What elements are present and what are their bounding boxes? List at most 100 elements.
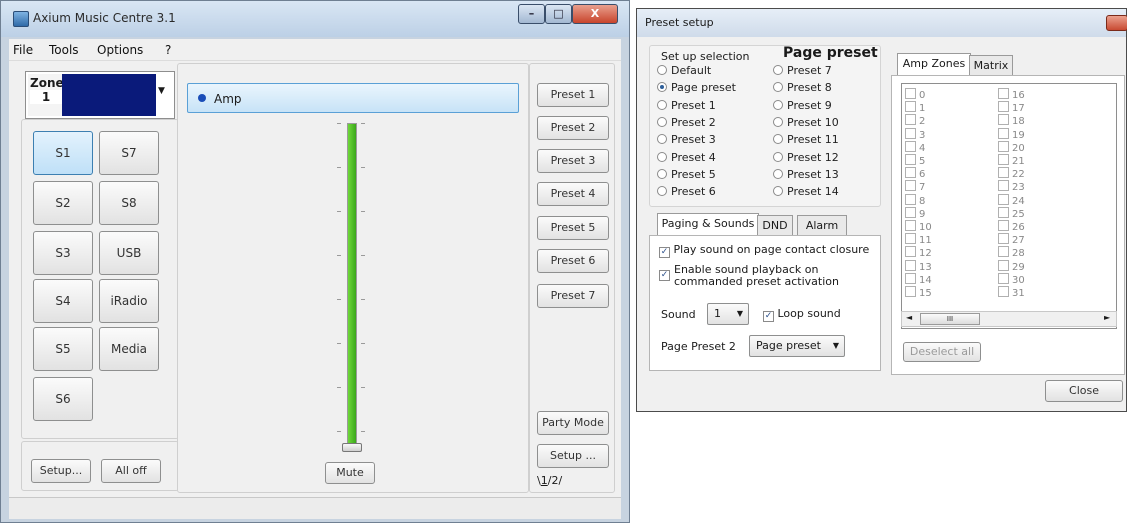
preset-3-button[interactable]: Preset 3: [537, 149, 609, 173]
zone-checkbox-item[interactable]: 15: [905, 286, 932, 299]
minimize-button[interactable]: –: [518, 4, 545, 24]
setup-button-left[interactable]: Setup...: [31, 459, 91, 483]
zone-checkbox-item[interactable]: 30: [998, 272, 1025, 286]
radio-option[interactable]: Preset 14: [773, 185, 839, 198]
zone-checkbox[interactable]: [905, 246, 916, 258]
zone-checkbox[interactable]: [998, 193, 1009, 205]
chevron-down-icon[interactable]: ▼: [158, 86, 165, 96]
zone-checkbox[interactable]: [905, 180, 916, 192]
menu-file[interactable]: File: [13, 43, 33, 57]
radio-button[interactable]: [773, 65, 783, 75]
zone-checkbox-item[interactable]: 7: [905, 180, 925, 193]
zone-checkbox[interactable]: [998, 154, 1009, 165]
radio-button[interactable]: [773, 186, 783, 197]
zone-checkbox-item[interactable]: 24: [998, 193, 1025, 207]
radio-button[interactable]: [773, 99, 783, 110]
zone-checkbox-item[interactable]: 31: [998, 286, 1025, 299]
zone-checkbox-item[interactable]: 18: [998, 114, 1025, 127]
zone-checkbox[interactable]: [905, 127, 916, 139]
dialog-title-bar[interactable]: Preset setup: [637, 9, 1127, 37]
maximize-button[interactable]: □: [545, 4, 572, 24]
menu-tools[interactable]: Tools: [49, 43, 79, 57]
zone-checkbox[interactable]: [905, 220, 916, 231]
page-tab-1[interactable]: 1: [541, 474, 548, 487]
radio-button[interactable]: [773, 151, 783, 162]
zone-checkbox-item[interactable]: 2: [905, 114, 925, 127]
preset-4-button[interactable]: Preset 4: [537, 182, 609, 206]
tab-amp-zones[interactable]: Amp Zones: [897, 53, 971, 76]
zone-checkbox-item[interactable]: 29: [998, 259, 1025, 273]
zone-checkbox[interactable]: [905, 233, 916, 245]
zone-checkbox-item[interactable]: 22: [998, 167, 1025, 180]
radio-button[interactable]: [657, 82, 667, 93]
mute-button[interactable]: Mute: [325, 462, 375, 484]
radio-button[interactable]: [657, 99, 667, 110]
radio-button[interactable]: [657, 134, 667, 145]
radio-option[interactable]: Preset 8: [773, 81, 832, 94]
radio-button[interactable]: [657, 186, 667, 197]
zone-checkbox-item[interactable]: 1: [905, 101, 925, 114]
source-button-s6[interactable]: S6: [33, 377, 93, 421]
radio-button[interactable]: [657, 168, 667, 179]
zone-checkbox[interactable]: [905, 286, 916, 297]
radio-button[interactable]: [773, 134, 783, 145]
volume-slider[interactable]: [337, 123, 365, 455]
zone-selector[interactable]: Zone 1 ▼: [25, 71, 175, 119]
dialog-close-button[interactable]: Close: [1045, 380, 1123, 402]
scroll-right-icon[interactable]: ►: [1104, 313, 1110, 322]
enable-playback-option[interactable]: ✓ Enable sound playback on commanded pre…: [659, 264, 871, 288]
zone-checkbox-item[interactable]: 5: [905, 154, 925, 167]
zone-checkbox[interactable]: [998, 101, 1009, 113]
zone-checkbox[interactable]: [905, 167, 916, 179]
zone-checkbox-item[interactable]: 17: [998, 101, 1025, 114]
tab-matrix[interactable]: Matrix: [969, 55, 1013, 76]
zone-checkbox[interactable]: [998, 220, 1009, 231]
zone-checkbox[interactable]: [998, 206, 1009, 218]
zone-checkbox-item[interactable]: 23: [998, 180, 1025, 193]
radio-option[interactable]: Preset 2: [657, 116, 716, 129]
sound-select[interactable]: 1: [707, 303, 749, 325]
radio-option[interactable]: Default: [657, 64, 711, 77]
source-button-s1[interactable]: S1: [33, 131, 93, 175]
tab-dnd[interactable]: DND: [757, 215, 793, 236]
menu-help[interactable]: ?: [165, 43, 171, 57]
all-off-button[interactable]: All off: [101, 459, 161, 483]
preset-5-button[interactable]: Preset 5: [537, 216, 609, 240]
radio-button[interactable]: [773, 82, 783, 93]
loop-sound-option[interactable]: ✓ Loop sound: [763, 307, 841, 322]
scroll-left-icon[interactable]: ◄: [906, 313, 912, 322]
zone-checkbox[interactable]: [905, 259, 916, 271]
dialog-close-icon[interactable]: [1106, 15, 1127, 31]
radio-option[interactable]: Page preset: [657, 81, 736, 94]
play-sound-option[interactable]: ✓ Play sound on page contact closure: [659, 243, 869, 258]
zone-checkbox[interactable]: [998, 246, 1009, 258]
zone-checkbox[interactable]: [905, 140, 916, 152]
zone-checkbox-item[interactable]: 11: [905, 233, 932, 246]
zone-checkbox-item[interactable]: 8: [905, 193, 925, 207]
zone-checkbox-item[interactable]: 6: [905, 167, 925, 180]
radio-option[interactable]: Preset 11: [773, 133, 839, 146]
source-button-s8[interactable]: S8: [99, 181, 159, 225]
page-preset2-select[interactable]: Page preset: [749, 335, 845, 357]
menu-options[interactable]: Options: [97, 43, 143, 57]
source-button-media[interactable]: Media: [99, 327, 159, 371]
zone-checkbox-item[interactable]: 10: [905, 220, 932, 233]
radio-button[interactable]: [773, 168, 783, 179]
party-mode-button[interactable]: Party Mode: [537, 411, 609, 435]
source-button-iradio[interactable]: iRadio: [99, 279, 159, 323]
source-button-s2[interactable]: S2: [33, 181, 93, 225]
play-sound-checkbox[interactable]: ✓: [659, 247, 670, 258]
radio-option[interactable]: Preset 4: [657, 151, 716, 164]
radio-option[interactable]: Preset 5: [657, 168, 716, 181]
enable-playback-checkbox[interactable]: ✓: [659, 270, 670, 281]
volume-thumb[interactable]: [342, 443, 362, 452]
radio-option[interactable]: Preset 6: [657, 185, 716, 198]
zone-checkbox-item[interactable]: 16: [998, 88, 1025, 101]
zone-checkbox-item[interactable]: 3: [905, 127, 925, 141]
radio-option[interactable]: Preset 7: [773, 64, 832, 77]
zone-checkbox[interactable]: [905, 193, 916, 205]
zone-checkbox-item[interactable]: 19: [998, 127, 1025, 141]
amp-channel-header[interactable]: Amp: [187, 83, 519, 113]
radio-option[interactable]: Preset 13: [773, 168, 839, 181]
radio-option[interactable]: Preset 3: [657, 133, 716, 146]
